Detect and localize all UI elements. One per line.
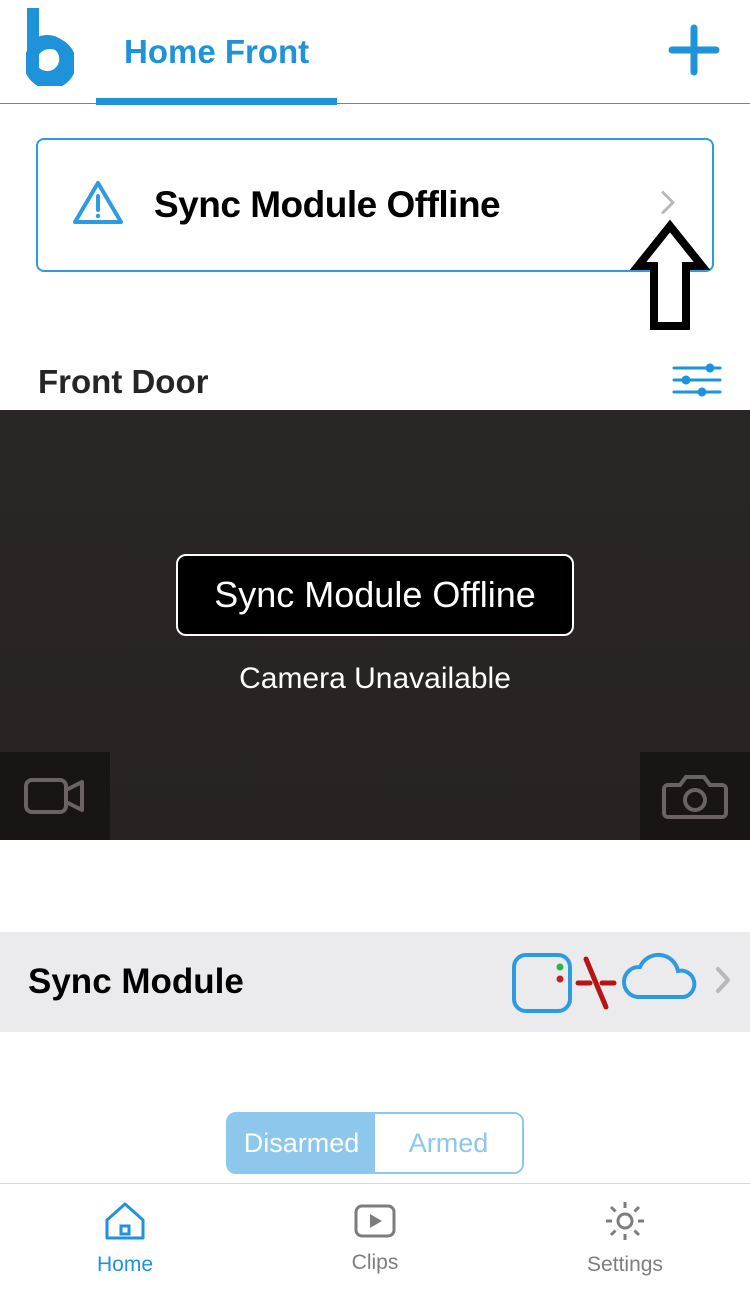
preview-unavailable-text: Camera Unavailable xyxy=(239,662,511,696)
video-camera-icon xyxy=(22,772,88,820)
armed-option[interactable]: Armed xyxy=(375,1114,522,1172)
app-header: Home Front xyxy=(0,0,750,104)
disarmed-label: Disarmed xyxy=(244,1128,360,1159)
sync-offline-banner[interactable]: Sync Module Offline xyxy=(36,138,714,272)
camera-name: Front Door xyxy=(38,363,208,401)
system-tab[interactable]: Home Front xyxy=(96,0,337,104)
sync-status-icons xyxy=(510,947,700,1017)
clips-icon xyxy=(352,1202,398,1245)
preview-offline-badge: Sync Module Offline xyxy=(176,554,574,636)
camera-header: Front Door xyxy=(0,354,750,410)
camera-icon xyxy=(662,771,728,821)
armed-label: Armed xyxy=(409,1128,489,1159)
sync-module-label: Sync Module xyxy=(28,962,510,1002)
chevron-right-icon xyxy=(660,190,676,221)
camera-preview: Sync Module Offline Camera Unavailable xyxy=(0,410,750,840)
arm-toggle: Disarmed Armed xyxy=(0,1112,750,1174)
sync-module-row[interactable]: Sync Module xyxy=(0,932,750,1032)
tab-home[interactable]: Home xyxy=(0,1184,250,1293)
tab-clips-label: Clips xyxy=(352,1251,399,1275)
bottom-tab-bar: Home Clips xyxy=(0,1183,750,1293)
tab-home-label: Home xyxy=(97,1253,153,1277)
home-icon xyxy=(103,1200,147,1247)
snapshot-button[interactable] xyxy=(640,752,750,840)
add-button[interactable] xyxy=(666,22,722,83)
live-view-button[interactable] xyxy=(0,752,110,840)
camera-settings-icon[interactable] xyxy=(672,362,722,403)
app-logo xyxy=(26,8,74,91)
disarmed-option[interactable]: Disarmed xyxy=(228,1114,375,1172)
banner-text: Sync Module Offline xyxy=(154,184,500,226)
settings-icon xyxy=(604,1200,646,1247)
system-tab-label: Home Front xyxy=(124,33,309,71)
tab-underline xyxy=(96,98,337,105)
tab-settings-label: Settings xyxy=(587,1253,663,1277)
chevron-right-icon xyxy=(714,965,732,1000)
warning-icon xyxy=(72,180,124,231)
tab-settings[interactable]: Settings xyxy=(500,1184,750,1293)
tab-clips[interactable]: Clips xyxy=(250,1184,500,1293)
